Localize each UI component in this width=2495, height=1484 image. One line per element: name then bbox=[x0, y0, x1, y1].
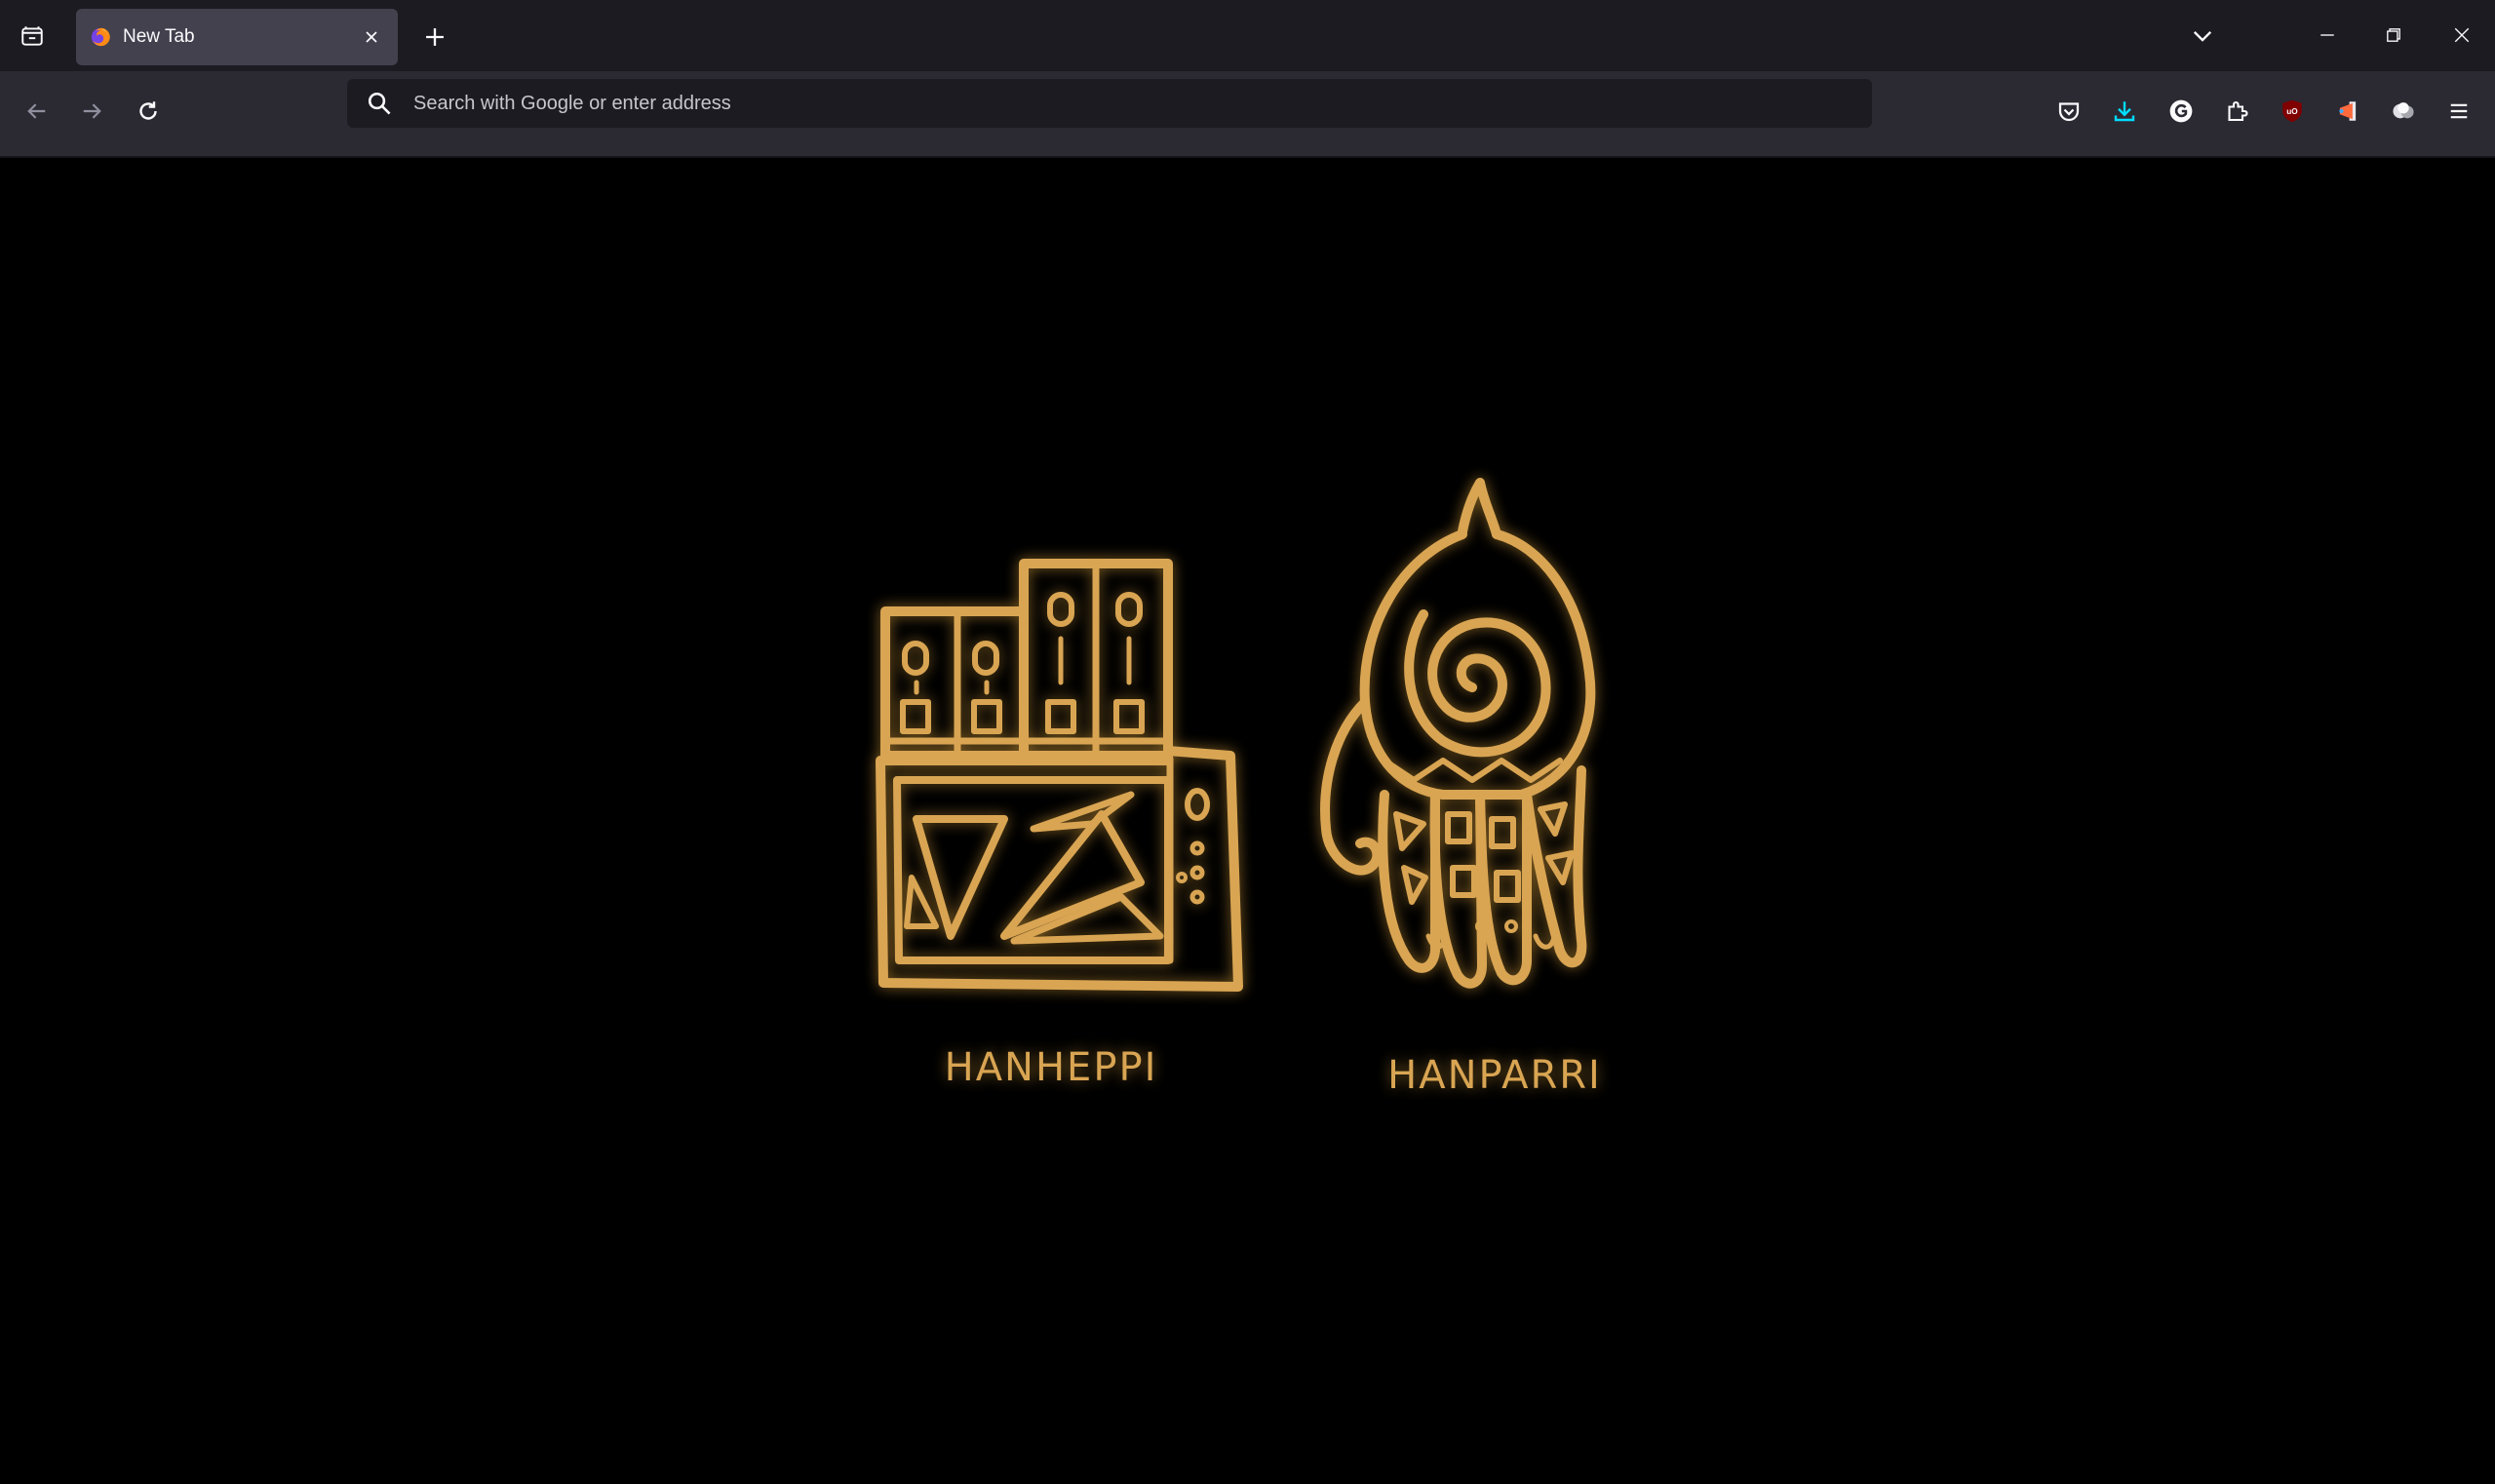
firefox-view-icon[interactable] bbox=[10, 16, 55, 57]
glyph-artwork: HANHEPPI HANPARRI bbox=[876, 478, 1602, 1098]
extension-cloud-icon[interactable] bbox=[2382, 91, 2425, 132]
search-input[interactable] bbox=[411, 91, 1872, 116]
reload-icon[interactable] bbox=[127, 91, 170, 132]
svg-text:uO: uO bbox=[2286, 107, 2298, 116]
navigation-toolbar: uO bbox=[0, 71, 2495, 158]
tab-strip: New Tab bbox=[0, 0, 2495, 71]
hanparri-glyph bbox=[1320, 478, 1596, 989]
chevron-down-icon[interactable] bbox=[2180, 16, 2225, 57]
restore-window-icon[interactable] bbox=[2371, 10, 2416, 60]
grammarly-icon[interactable] bbox=[2160, 91, 2203, 132]
extensions-icon[interactable] bbox=[2215, 91, 2258, 132]
hanparri-label: HANPARRI bbox=[1387, 1053, 1602, 1098]
hanheppi-glyph bbox=[876, 559, 1243, 992]
minimize-window-icon[interactable] bbox=[2305, 10, 2350, 60]
extension-icon[interactable] bbox=[2326, 91, 2369, 132]
firefox-logo-icon bbox=[91, 27, 110, 47]
downloads-icon[interactable] bbox=[2103, 91, 2146, 132]
tab-new-tab[interactable]: New Tab bbox=[76, 9, 398, 65]
new-tab-plus-icon[interactable] bbox=[413, 17, 456, 58]
address-bar[interactable] bbox=[347, 79, 1872, 128]
back-arrow-icon[interactable] bbox=[16, 91, 58, 132]
page-content: HANHEPPI HANPARRI bbox=[0, 158, 2495, 1484]
search-icon bbox=[368, 92, 391, 115]
menu-icon[interactable] bbox=[2437, 91, 2480, 132]
close-window-icon[interactable] bbox=[2439, 10, 2484, 60]
pocket-icon[interactable] bbox=[2047, 91, 2090, 132]
forward-arrow-icon[interactable] bbox=[70, 91, 113, 132]
hanheppi-label: HANHEPPI bbox=[945, 1045, 1158, 1090]
close-tab-icon[interactable] bbox=[355, 20, 388, 54]
ublock-origin-icon[interactable]: uO bbox=[2271, 91, 2314, 132]
